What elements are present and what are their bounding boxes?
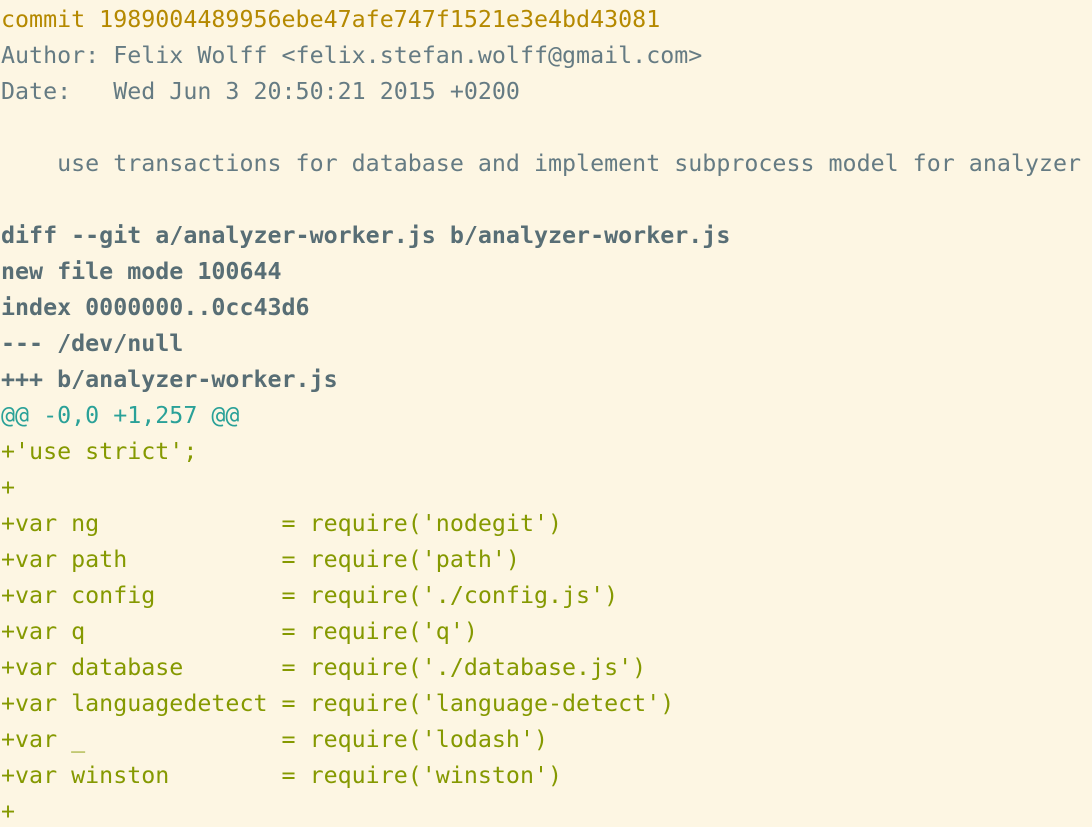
added-line: +var config = require('./config.js') xyxy=(1,582,619,609)
index-line: index 0000000..0cc43d6 xyxy=(1,294,310,321)
added-line: + xyxy=(1,798,16,825)
added-line: + xyxy=(1,474,16,501)
terminal-pager[interactable]: commit 1989004489956ebe47afe747f1521e3e4… xyxy=(0,0,1092,827)
old-file-line: --- /dev/null xyxy=(1,330,184,357)
author-line: Author: Felix Wolff <felix.stefan.wolff@… xyxy=(1,42,703,69)
added-line: +var languagedetect = require('language-… xyxy=(1,690,675,717)
added-line: +var _ = require('lodash') xyxy=(1,726,549,753)
commit-message: use transactions for database and implem… xyxy=(1,150,1081,177)
hunk-header: @@ -0,0 +1,257 @@ xyxy=(1,402,240,429)
added-line: +var q = require('q') xyxy=(1,618,478,645)
date-line: Date: Wed Jun 3 20:50:21 2015 +0200 xyxy=(1,78,520,105)
added-line: +var database = require('./database.js') xyxy=(1,654,647,681)
diff-git-line: diff --git a/analyzer-worker.js b/analyz… xyxy=(1,222,731,249)
new-file-line: +++ b/analyzer-worker.js xyxy=(1,366,338,393)
added-line: +var path = require('path') xyxy=(1,546,520,573)
file-mode-line: new file mode 100644 xyxy=(1,258,282,285)
added-line: +'use strict'; xyxy=(1,438,198,465)
added-line: +var winston = require('winston') xyxy=(1,762,563,789)
commit-hash-line: commit 1989004489956ebe47afe747f1521e3e4… xyxy=(1,6,661,33)
added-line: +var ng = require('nodegit') xyxy=(1,510,563,537)
